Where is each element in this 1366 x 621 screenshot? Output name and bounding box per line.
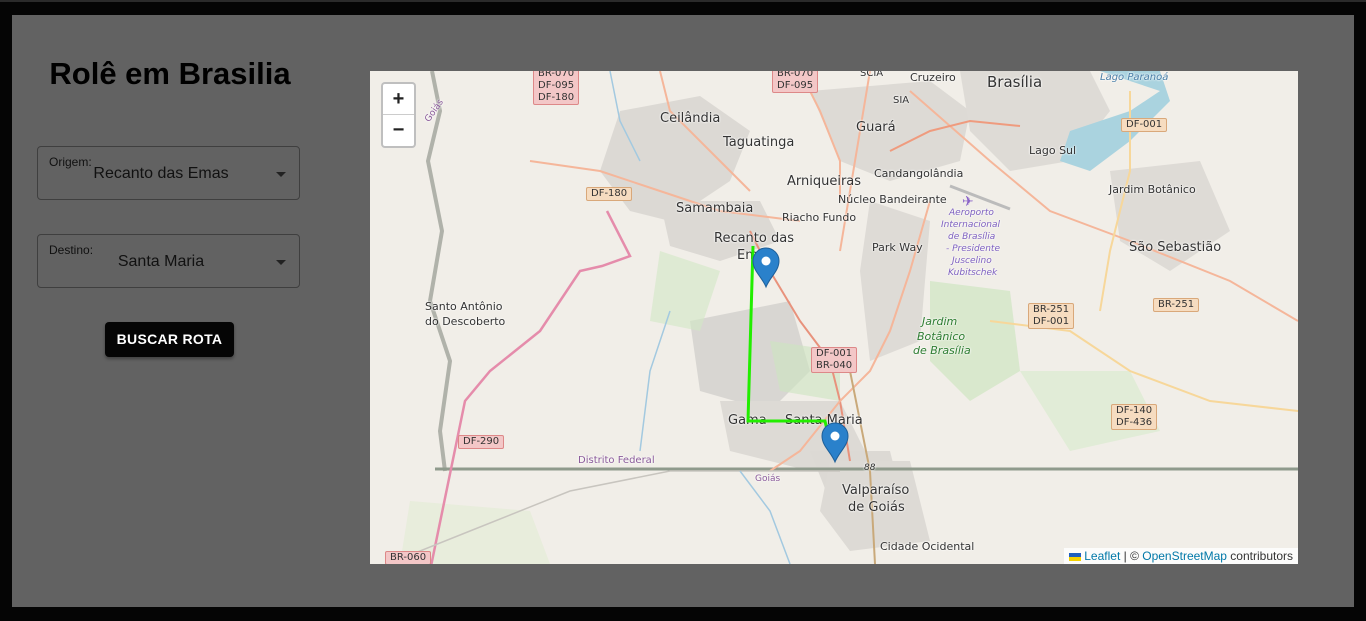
chevron-down-icon [276, 260, 286, 265]
map-container[interactable]: ✈ Brasília Cruzeiro SCIA SIA Ceilândia G… [370, 71, 1298, 564]
page-title: Rolê em Brasilia [49, 56, 291, 91]
destination-marker[interactable] [821, 422, 849, 464]
destination-value: Santa Maria [117, 253, 205, 270]
zoom-in-button[interactable]: + [383, 84, 414, 115]
origin-marker[interactable] [752, 247, 780, 289]
destination-select[interactable]: Destino: Santa Maria [37, 234, 300, 288]
browser-top-strip [0, 0, 1366, 2]
chevron-down-icon [276, 172, 286, 177]
map-attribution: Leaflet | © OpenStreetMap contributors [1063, 548, 1298, 564]
route-layer [746, 245, 849, 464]
zoom-control: + − [381, 82, 416, 148]
ukraine-flag-icon [1068, 552, 1081, 561]
leaflet-link[interactable]: Leaflet [1084, 549, 1120, 563]
origin-select[interactable]: Origem: Recanto das Emas [37, 146, 300, 200]
search-route-button[interactable]: BUSCAR ROTA [105, 322, 234, 357]
zoom-out-button[interactable]: − [383, 115, 414, 145]
origin-value: Recanto das Emas [93, 165, 229, 182]
attribution-sep: | © [1120, 549, 1143, 563]
attribution-tail: contributors [1226, 549, 1293, 563]
osm-link[interactable]: OpenStreetMap [1142, 549, 1227, 563]
